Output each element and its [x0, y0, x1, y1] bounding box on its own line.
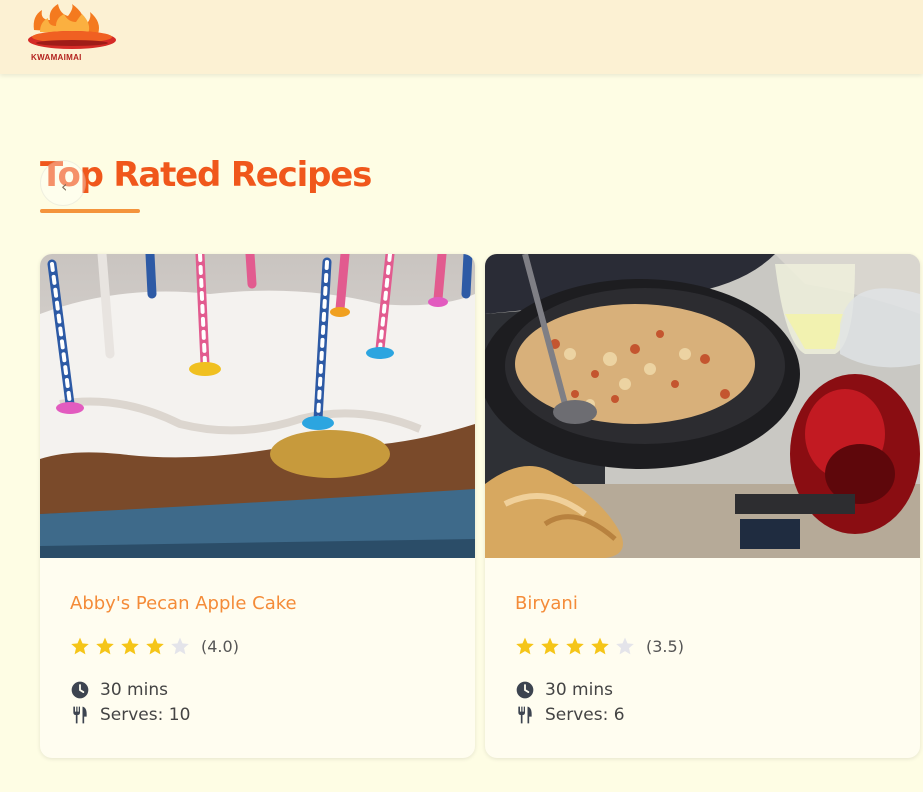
recipe-card[interactable]: Biryani (3.5) 30 mins Serves: 6 — [485, 254, 920, 758]
star-empty-icon — [616, 637, 634, 655]
cook-time-text: 30 mins — [545, 680, 613, 700]
cook-time: 30 mins — [70, 680, 168, 700]
chevron-left-icon: ‹ — [61, 177, 68, 196]
title-underline — [40, 209, 140, 213]
star-filled-icon — [516, 637, 534, 655]
clock-icon — [71, 681, 89, 699]
brand-logo[interactable]: KWAMAIMAI — [28, 4, 120, 64]
recipe-image[interactable] — [485, 254, 920, 558]
star-filled-icon — [566, 637, 584, 655]
top-navigation-bar: KWAMAIMAI — [0, 0, 923, 74]
star-filled-icon — [146, 637, 164, 655]
biryani-photo — [485, 254, 920, 558]
recipe-title[interactable]: Biryani — [515, 593, 578, 614]
carousel-prev-button[interactable]: ‹ — [40, 160, 86, 206]
recipe-image[interactable] — [40, 254, 475, 558]
recipe-title[interactable]: Abby's Pecan Apple Cake — [70, 593, 297, 614]
star-empty-icon — [171, 637, 189, 655]
clock-icon — [516, 681, 534, 699]
cook-time: 30 mins — [515, 680, 613, 700]
utensils-icon — [73, 706, 87, 724]
star-rating: (3.5) — [515, 635, 684, 657]
brand-name: KWAMAIMAI — [31, 53, 82, 62]
star-filled-icon — [71, 637, 89, 655]
star-filled-icon — [121, 637, 139, 655]
servings-text: Serves: 6 — [545, 705, 625, 725]
flame-logo-icon — [28, 4, 116, 49]
servings: Serves: 10 — [70, 705, 190, 725]
utensils-icon — [518, 706, 532, 724]
cook-time-text: 30 mins — [100, 680, 168, 700]
rating-value: (3.5) — [646, 636, 684, 656]
servings: Serves: 6 — [515, 705, 625, 725]
star-filled-icon — [541, 637, 559, 655]
star-filled-icon — [591, 637, 609, 655]
section-title: Top Rated Recipes — [40, 155, 372, 195]
rating-value: (4.0) — [201, 636, 239, 656]
star-rating: (4.0) — [70, 635, 239, 657]
recipe-card[interactable]: Abby's Pecan Apple Cake (4.0) 30 mins Se… — [40, 254, 475, 758]
cake-photo — [40, 254, 475, 558]
servings-text: Serves: 10 — [100, 705, 191, 725]
star-filled-icon — [96, 637, 114, 655]
